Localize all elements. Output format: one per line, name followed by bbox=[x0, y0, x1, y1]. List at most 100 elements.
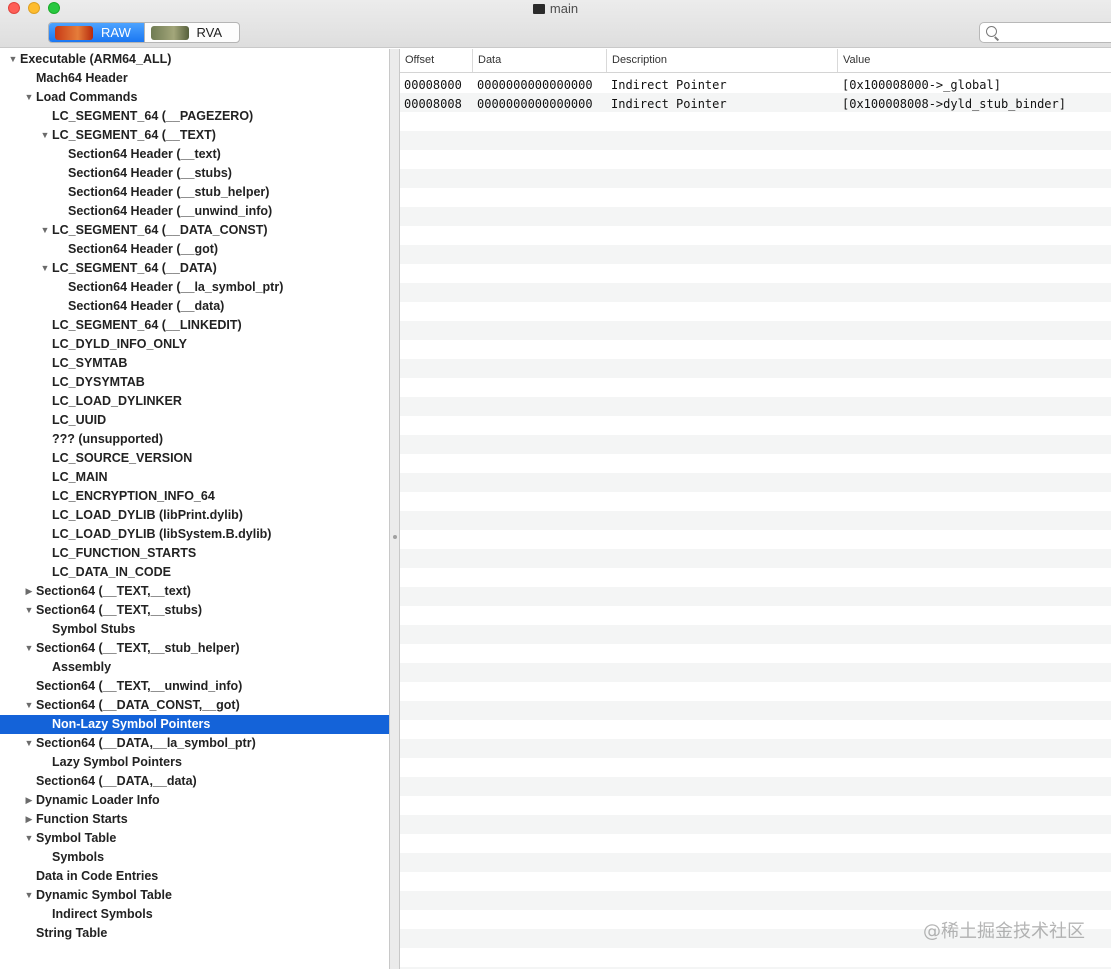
tree-item[interactable]: Mach64 Header bbox=[0, 69, 389, 88]
cell-offset: 00008000 bbox=[404, 78, 462, 92]
tree-item-label: LC_DATA_IN_CODE bbox=[52, 565, 171, 579]
tree-item[interactable]: ▼ LC_SEGMENT_64 (__DATA_CONST) bbox=[0, 221, 389, 240]
tree-item[interactable]: LC_DATA_IN_CODE bbox=[0, 563, 389, 582]
table-row[interactable]: 00008000 0000000000000000 Indirect Pointer… bbox=[400, 76, 1111, 95]
tree-item[interactable]: LC_SYMTAB bbox=[0, 354, 389, 373]
rva-label: RVA bbox=[196, 25, 223, 40]
tree-item[interactable]: ▼ Load Commands bbox=[0, 88, 389, 107]
raw-button[interactable]: RAW bbox=[49, 23, 144, 42]
tree-item[interactable]: Lazy Symbol Pointers bbox=[0, 753, 389, 772]
tree-item-label: LC_LOAD_DYLINKER bbox=[52, 394, 182, 408]
window-title: main bbox=[0, 1, 1111, 17]
tree-item[interactable]: ▶ Section64 (__TEXT,__text) bbox=[0, 582, 389, 601]
tree-item[interactable]: LC_LOAD_DYLIB (libSystem.B.dylib) bbox=[0, 525, 389, 544]
tree-item[interactable]: LC_SOURCE_VERSION bbox=[0, 449, 389, 468]
tree-item[interactable]: ▼ LC_SEGMENT_64 (__TEXT) bbox=[0, 126, 389, 145]
table-row-background bbox=[400, 853, 1111, 872]
tree-item[interactable]: LC_DYSYMTAB bbox=[0, 373, 389, 392]
table-row-background bbox=[400, 511, 1111, 530]
disclosure-expanded-icon[interactable]: ▼ bbox=[24, 639, 34, 658]
tree-item[interactable]: Section64 Header (__unwind_info) bbox=[0, 202, 389, 221]
disclosure-collapsed-icon[interactable]: ▶ bbox=[24, 582, 34, 601]
tree-item[interactable]: LC_DYLD_INFO_ONLY bbox=[0, 335, 389, 354]
tree-item-label: Load Commands bbox=[36, 90, 138, 104]
disclosure-expanded-icon[interactable]: ▼ bbox=[40, 259, 50, 278]
table-row-background bbox=[400, 948, 1111, 967]
disclosure-expanded-icon[interactable]: ▼ bbox=[24, 886, 34, 905]
tree-item[interactable]: LC_SEGMENT_64 (__PAGEZERO) bbox=[0, 107, 389, 126]
column-header-data[interactable]: Data bbox=[473, 49, 607, 72]
tree-item-label: LC_UUID bbox=[52, 413, 107, 427]
tree-item[interactable]: Section64 (__DATA,__data) bbox=[0, 772, 389, 791]
tree-item[interactable]: ▼ Executable (ARM64_ALL) bbox=[0, 50, 389, 69]
tree-item[interactable]: LC_MAIN bbox=[0, 468, 389, 487]
tree-item[interactable]: ▼ Section64 (__DATA,__la_symbol_ptr) bbox=[0, 734, 389, 753]
tree-item[interactable]: ▼ Dynamic Symbol Table bbox=[0, 886, 389, 905]
tree-item-label: LC_SEGMENT_64 (__LINKEDIT) bbox=[52, 318, 242, 332]
disclosure-collapsed-icon[interactable]: ▶ bbox=[24, 810, 34, 829]
disclosure-expanded-icon[interactable]: ▼ bbox=[24, 601, 34, 620]
structure-outline: ▼ Executable (ARM64_ALL) Mach64 Header ▼ Loa… bbox=[0, 49, 390, 969]
tree-item-label: Non-Lazy Symbol Pointers bbox=[52, 717, 211, 731]
disclosure-expanded-icon[interactable]: ▼ bbox=[8, 50, 18, 69]
disclosure-expanded-icon[interactable]: ▼ bbox=[24, 829, 34, 848]
tree-item[interactable]: LC_LOAD_DYLINKER bbox=[0, 392, 389, 411]
tree-item[interactable]: Section64 Header (__got) bbox=[0, 240, 389, 259]
tree-item-label: Section64 Header (__stub_helper) bbox=[68, 185, 270, 199]
tree-item[interactable]: ▶ Function Starts bbox=[0, 810, 389, 829]
tree-item[interactable]: Section64 Header (__data) bbox=[0, 297, 389, 316]
tree-item[interactable]: LC_SEGMENT_64 (__LINKEDIT) bbox=[0, 316, 389, 335]
tree-item-label: Mach64 Header bbox=[36, 71, 128, 85]
tree-item[interactable]: Data in Code Entries bbox=[0, 867, 389, 886]
tree-item[interactable]: Section64 Header (__text) bbox=[0, 145, 389, 164]
tree-item-label: Executable (ARM64_ALL) bbox=[20, 52, 172, 66]
disclosure-expanded-icon[interactable]: ▼ bbox=[24, 696, 34, 715]
tree-item-label: String Table bbox=[36, 926, 108, 940]
table-row-background bbox=[400, 663, 1111, 682]
tree-item[interactable]: ▼ LC_SEGMENT_64 (__DATA) bbox=[0, 259, 389, 278]
tree-item[interactable]: LC_FUNCTION_STARTS bbox=[0, 544, 389, 563]
table-row-background bbox=[400, 245, 1111, 264]
tree-item[interactable]: Indirect Symbols bbox=[0, 905, 389, 924]
tree-item-label: LC_DYSYMTAB bbox=[52, 375, 145, 389]
tree-item[interactable]: Section64 Header (__stub_helper) bbox=[0, 183, 389, 202]
tree-item[interactable]: Symbol Stubs bbox=[0, 620, 389, 639]
tree-item[interactable]: Assembly bbox=[0, 658, 389, 677]
rva-button[interactable]: RVA bbox=[143, 23, 240, 42]
split-view-divider[interactable] bbox=[390, 49, 400, 969]
tree-item[interactable]: ▼ Symbol Table bbox=[0, 829, 389, 848]
disclosure-expanded-icon[interactable]: ▼ bbox=[40, 126, 50, 145]
tree-item[interactable]: ▼ Section64 (__DATA_CONST,__got) bbox=[0, 696, 389, 715]
tree-item[interactable]: Section64 (__TEXT,__unwind_info) bbox=[0, 677, 389, 696]
table-row-background bbox=[400, 891, 1111, 910]
tree-item[interactable]: LC_LOAD_DYLIB (libPrint.dylib) bbox=[0, 506, 389, 525]
tree-item[interactable]: ▼ Section64 (__TEXT,__stubs) bbox=[0, 601, 389, 620]
tree-item[interactable]: ??? (unsupported) bbox=[0, 430, 389, 449]
tree-item-label: Section64 (__DATA_CONST,__got) bbox=[36, 698, 240, 712]
column-header-description[interactable]: Description bbox=[607, 49, 838, 72]
tree-item[interactable]: LC_ENCRYPTION_INFO_64 bbox=[0, 487, 389, 506]
disclosure-expanded-icon[interactable]: ▼ bbox=[24, 88, 34, 107]
table-row-background bbox=[400, 340, 1111, 359]
column-header-offset[interactable]: Offset bbox=[400, 49, 473, 72]
tree-item[interactable]: Non-Lazy Symbol Pointers bbox=[0, 715, 389, 734]
tree-item-label: LC_LOAD_DYLIB (libPrint.dylib) bbox=[52, 508, 243, 522]
tree-item-label: LC_SEGMENT_64 (__DATA) bbox=[52, 261, 217, 275]
tree-item-label: LC_LOAD_DYLIB (libSystem.B.dylib) bbox=[52, 527, 272, 541]
tree-item[interactable]: ▶ Dynamic Loader Info bbox=[0, 791, 389, 810]
column-header-value[interactable]: Value bbox=[838, 49, 1111, 72]
disclosure-collapsed-icon[interactable]: ▶ bbox=[24, 791, 34, 810]
search-input[interactable] bbox=[1000, 24, 1111, 42]
tree-item[interactable]: LC_UUID bbox=[0, 411, 389, 430]
tree-item[interactable]: Symbols bbox=[0, 848, 389, 867]
table-row[interactable]: 00008008 0000000000000000 Indirect Pointer… bbox=[400, 95, 1111, 114]
disclosure-expanded-icon[interactable]: ▼ bbox=[40, 221, 50, 240]
cell-value: [0x100008000->_global] bbox=[842, 78, 1001, 92]
tree-item-label: LC_SOURCE_VERSION bbox=[52, 451, 193, 465]
tree-item[interactable]: Section64 Header (__la_symbol_ptr) bbox=[0, 278, 389, 297]
tree-item-label: Section64 (__TEXT,__text) bbox=[36, 584, 191, 598]
tree-item[interactable]: Section64 Header (__stubs) bbox=[0, 164, 389, 183]
tree-item[interactable]: String Table bbox=[0, 924, 389, 943]
disclosure-expanded-icon[interactable]: ▼ bbox=[24, 734, 34, 753]
tree-item[interactable]: ▼ Section64 (__TEXT,__stub_helper) bbox=[0, 639, 389, 658]
